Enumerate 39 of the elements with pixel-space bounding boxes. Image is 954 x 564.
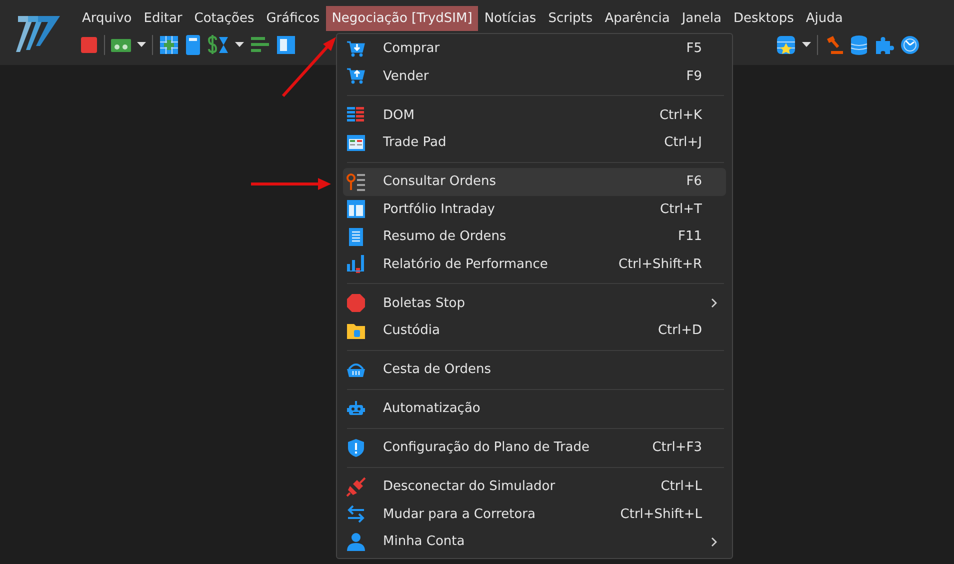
menu-item[interactable]: Boletas Stop xyxy=(343,290,726,317)
menu-item[interactable]: Relatório de Performance Ctrl+Shift+R xyxy=(343,250,726,278)
menu-item[interactable]: Custódia Ctrl+D xyxy=(343,317,726,344)
menu-item[interactable]: Comprar F5 xyxy=(343,35,726,62)
menu-bar-item[interactable]: Aparência xyxy=(598,6,676,31)
shortcut-text: F5 xyxy=(686,40,702,58)
shortcut-text: Ctrl+Shift+L xyxy=(620,506,702,524)
shortcut-text: Ctrl+F3 xyxy=(652,439,702,457)
menu-item[interactable]: Configuração do Plano de Trade Ctrl+F3 xyxy=(343,434,726,462)
menu-bar-item[interactable]: Negociação [TrydSIM] xyxy=(326,6,478,31)
menu-bar-item[interactable]: Arquivo xyxy=(76,6,138,31)
menu-item[interactable]: Cesta de Ordens xyxy=(343,356,726,384)
menu-bar-item[interactable]: Gráficos xyxy=(260,6,326,31)
menu-bar-item[interactable]: Cotações xyxy=(188,6,260,31)
shortcut-text: Ctrl+T xyxy=(660,200,702,218)
menu-item[interactable]: Portfólio Intraday Ctrl+T xyxy=(343,196,726,223)
menu-bar-item[interactable]: Desktops xyxy=(727,6,800,31)
menu-bar-item[interactable]: Editar xyxy=(138,6,188,31)
menu-item[interactable]: Consultar Ordens F6 xyxy=(343,168,726,196)
menu-bar-item[interactable]: Janela xyxy=(676,6,728,31)
menu-bar-item[interactable]: Scripts xyxy=(542,6,599,31)
shortcut-text: Ctrl+J xyxy=(664,134,702,152)
shortcut-text: Ctrl+K xyxy=(659,106,702,124)
shortcut-text: F9 xyxy=(686,68,702,86)
menu-item[interactable]: Automatização xyxy=(343,395,726,422)
menu-item[interactable]: DOM Ctrl+K xyxy=(343,102,726,129)
menu-item[interactable]: Minha Conta xyxy=(343,528,726,556)
menu-item[interactable]: Trade Pad Ctrl+J xyxy=(343,129,726,156)
menu-item[interactable]: Mudar para a Corretora Ctrl+Shift+L xyxy=(343,500,726,528)
shortcut-text: Ctrl+Shift+R xyxy=(618,256,702,274)
shortcut-text: F11 xyxy=(678,228,702,246)
menu-item[interactable]: Resumo de Ordens F11 xyxy=(343,223,726,250)
menu-item[interactable]: Vender F9 xyxy=(343,62,726,90)
menu-bar-item[interactable]: Notícias xyxy=(478,6,542,31)
shortcut-text: F6 xyxy=(686,173,702,191)
menu-item[interactable]: Desconectar do Simulador Ctrl+L xyxy=(343,473,726,500)
shortcut-text: Ctrl+D xyxy=(658,322,702,340)
shortcut-text: Ctrl+L xyxy=(660,478,702,496)
menu-bar-item[interactable]: Ajuda xyxy=(800,6,849,31)
